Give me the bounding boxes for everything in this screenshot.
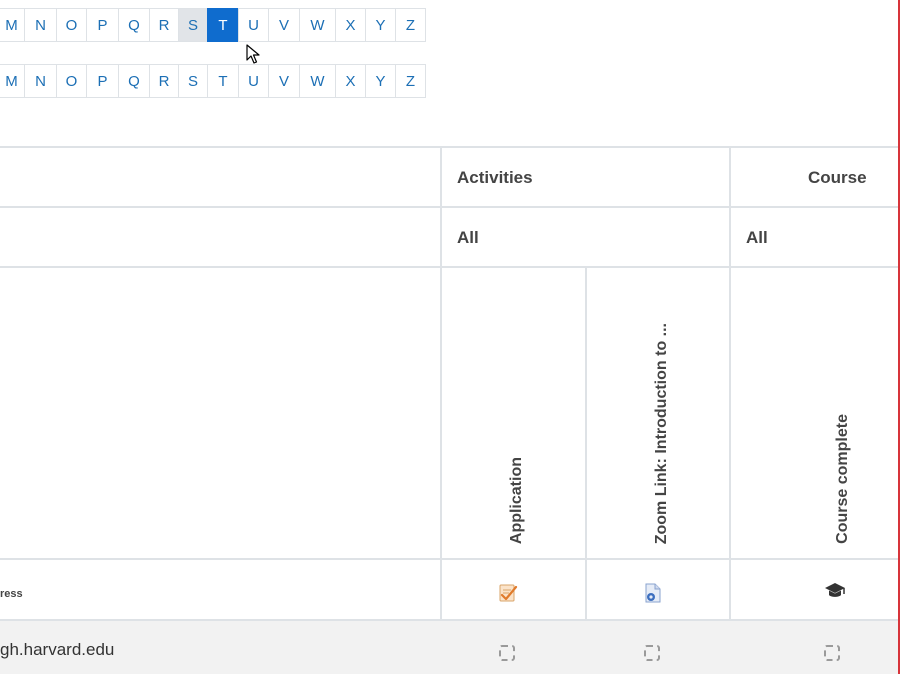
table-col-divider — [585, 266, 587, 674]
letter-filter-v[interactable]: V — [268, 8, 300, 42]
letter-filter-t[interactable]: T — [207, 8, 239, 42]
table-row — [0, 621, 898, 674]
letter-filter-s[interactable]: S — [178, 64, 208, 98]
course-filter-select[interactable]: All — [746, 228, 768, 248]
letter-filter-r[interactable]: R — [149, 8, 179, 42]
letter-filter-t[interactable]: T — [207, 64, 239, 98]
letter-filter-r[interactable]: R — [149, 64, 179, 98]
letter-filter-z[interactable]: Z — [395, 64, 426, 98]
letter-filter-x[interactable]: X — [335, 8, 366, 42]
completion-checkbox[interactable] — [499, 645, 515, 661]
letter-filter-w[interactable]: W — [299, 8, 336, 42]
column-header-application[interactable]: Application — [508, 457, 526, 544]
table-row-divider — [0, 266, 898, 268]
column-header-course-complete[interactable]: Course complete — [834, 414, 852, 544]
course-group-header: Course — [808, 168, 867, 187]
mouse-cursor-icon — [246, 44, 260, 64]
letter-filter-u[interactable]: U — [238, 8, 269, 42]
letter-filter-x[interactable]: X — [335, 64, 366, 98]
table-top-border — [0, 146, 898, 148]
assignment-icon[interactable] — [497, 582, 519, 604]
table-row-divider — [0, 206, 898, 208]
zoom-link-icon[interactable] — [642, 582, 664, 604]
lastname-initial-bar: MNOPQRSTUVWXYZ — [0, 64, 426, 98]
letter-filter-n[interactable]: N — [24, 8, 57, 42]
letter-filter-n[interactable]: N — [24, 64, 57, 98]
letter-filter-s[interactable]: S — [178, 8, 208, 42]
completion-checkbox[interactable] — [644, 645, 660, 661]
activities-filter-select[interactable]: All — [457, 228, 479, 248]
column-header-zoom-link[interactable]: Zoom Link: Introduction to ... — [653, 323, 671, 544]
letter-filter-m[interactable]: M — [0, 64, 25, 98]
letter-filter-v[interactable]: V — [268, 64, 300, 98]
icon-row-label: ress — [0, 588, 23, 600]
letter-filter-y[interactable]: Y — [365, 64, 396, 98]
table-row-divider — [0, 558, 898, 560]
letter-filter-o[interactable]: O — [56, 8, 87, 42]
graduation-cap-icon — [825, 583, 845, 597]
completion-checkbox[interactable] — [824, 645, 840, 661]
letter-filter-q[interactable]: Q — [118, 8, 150, 42]
letter-filter-p[interactable]: P — [86, 64, 119, 98]
letter-filter-p[interactable]: P — [86, 8, 119, 42]
letter-filter-y[interactable]: Y — [365, 8, 396, 42]
table-col-divider — [729, 146, 731, 674]
table-col-divider — [440, 146, 442, 674]
firstname-initial-bar: MNOPQRSTUVWXYZ — [0, 8, 426, 42]
activities-group-header: Activities — [457, 168, 533, 187]
letter-filter-z[interactable]: Z — [395, 8, 426, 42]
letter-filter-q[interactable]: Q — [118, 64, 150, 98]
letter-filter-w[interactable]: W — [299, 64, 336, 98]
letter-filter-m[interactable]: M — [0, 8, 25, 42]
letter-filter-u[interactable]: U — [238, 64, 269, 98]
letter-filter-o[interactable]: O — [56, 64, 87, 98]
user-email-cell: gh.harvard.edu — [0, 640, 115, 659]
